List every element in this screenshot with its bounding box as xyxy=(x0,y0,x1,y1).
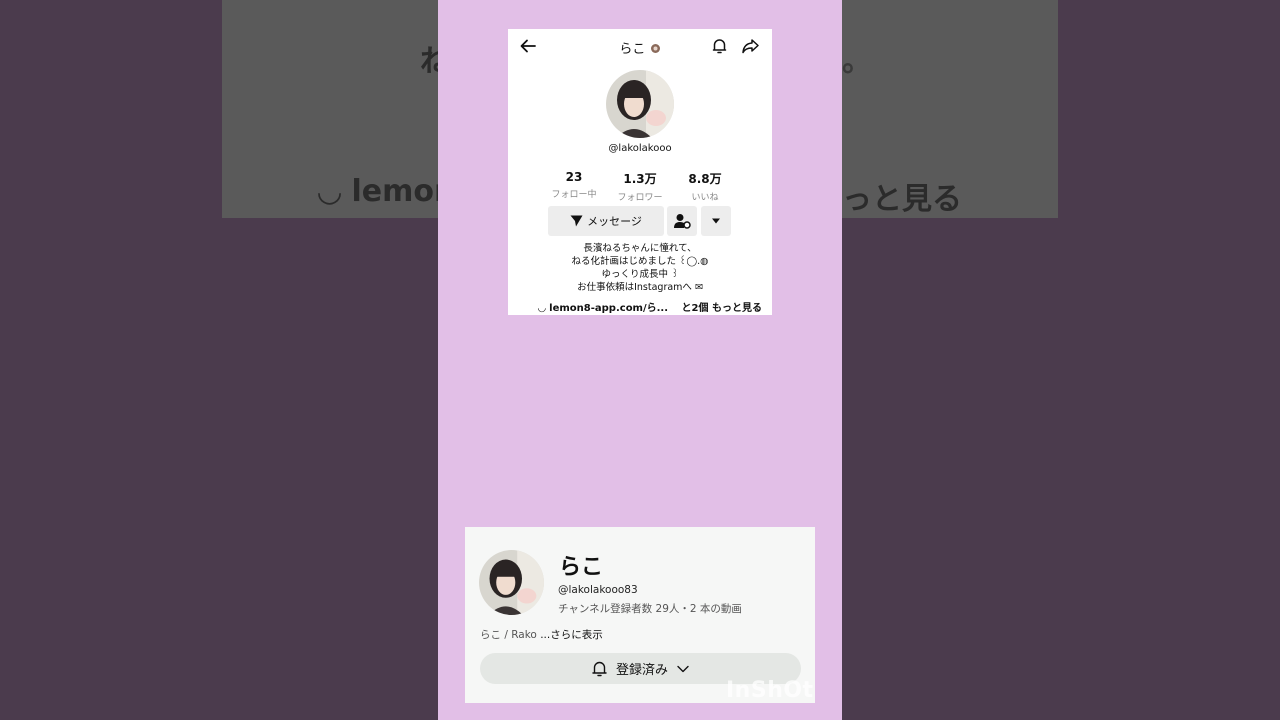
channel-meta: チャンネル登録者数 29人・2 本の動画 xyxy=(558,603,742,615)
stat-likes-label: いいね xyxy=(691,193,719,203)
profile-title: らこ xyxy=(508,38,772,57)
bio-line: ゆっくり成長中 ꒱ xyxy=(601,269,679,280)
stat-likes[interactable]: 8.8万 いいね xyxy=(675,170,735,203)
stat-likes-value: 8.8万 xyxy=(688,172,722,186)
stat-followers[interactable]: 1.3万 フォロワー xyxy=(610,170,670,203)
channel-handle: @lakolakooo83 xyxy=(558,584,638,596)
channel-description-text: らこ / Rako xyxy=(480,629,537,641)
background-tail-text: 。 xyxy=(842,44,872,79)
sticker-emoji-icon xyxy=(650,44,660,53)
message-button[interactable]: メッセージ xyxy=(548,206,664,236)
stat-following[interactable]: 23 フォロー中 xyxy=(544,170,604,200)
channel-description[interactable]: らこ / Rako ...さらに表示 xyxy=(480,627,603,642)
profile-link[interactable]: ◡ lemon8-app.com/ら... xyxy=(538,303,668,314)
bio-line: お仕事依頼はInstagramへ ✉ xyxy=(577,282,703,293)
channel-name: らこ xyxy=(559,555,604,580)
caret-down-icon xyxy=(712,218,720,224)
share-icon[interactable] xyxy=(741,37,760,59)
background-link-text: ◡ lemon xyxy=(318,174,456,209)
chevron-down-icon xyxy=(677,665,689,672)
profile-bio: 長濱ねるちゃんに憧れて、 ねる化計画はじめました ꒰◯.◍ ゆっくり成長中 ꒱ … xyxy=(508,242,772,294)
stat-followers-value: 1.3万 xyxy=(623,172,657,186)
profile-top-bar: らこ xyxy=(508,29,772,63)
follow-settings-button[interactable] xyxy=(667,206,697,236)
stat-following-value: 23 xyxy=(565,170,583,184)
inshot-watermark: InShOt xyxy=(726,678,814,703)
bell-icon xyxy=(592,661,607,677)
bio-line: 長濱ねるちゃんに憧れて、 xyxy=(583,243,697,254)
bio-line: ねる化計画はじめました ꒰◯.◍ xyxy=(571,256,709,267)
profile-link-row[interactable]: ◡ lemon8-app.com/ら... と2個 もっと見る xyxy=(538,299,762,314)
profile-username-title: らこ xyxy=(619,42,646,57)
message-button-label: メッセージ xyxy=(587,215,642,228)
channel-avatar[interactable] xyxy=(479,550,544,615)
show-more-link[interactable]: ...さらに表示 xyxy=(540,629,603,641)
person-settings-icon xyxy=(674,214,691,229)
more-options-button[interactable] xyxy=(701,206,731,236)
stat-followers-label: フォロワー xyxy=(617,193,663,203)
tiktok-profile-card: らこ @lakolakooo 23 フォロー中 1.3万 フォロワー 8.8万 … xyxy=(508,29,772,315)
profile-avatar[interactable] xyxy=(606,70,674,138)
profile-handle: @lakolakooo xyxy=(608,143,672,154)
youtube-channel-card: らこ @lakolakooo83 チャンネル登録者数 29人・2 本の動画 らこ… xyxy=(465,527,815,703)
background-more-text: っと見る xyxy=(842,182,962,217)
profile-link-more[interactable]: と2個 もっと見る xyxy=(682,303,762,314)
bell-icon[interactable] xyxy=(711,37,728,59)
stat-following-label: フォロー中 xyxy=(551,190,597,200)
subscribed-label: 登録済み xyxy=(615,663,668,678)
send-icon xyxy=(570,215,583,227)
